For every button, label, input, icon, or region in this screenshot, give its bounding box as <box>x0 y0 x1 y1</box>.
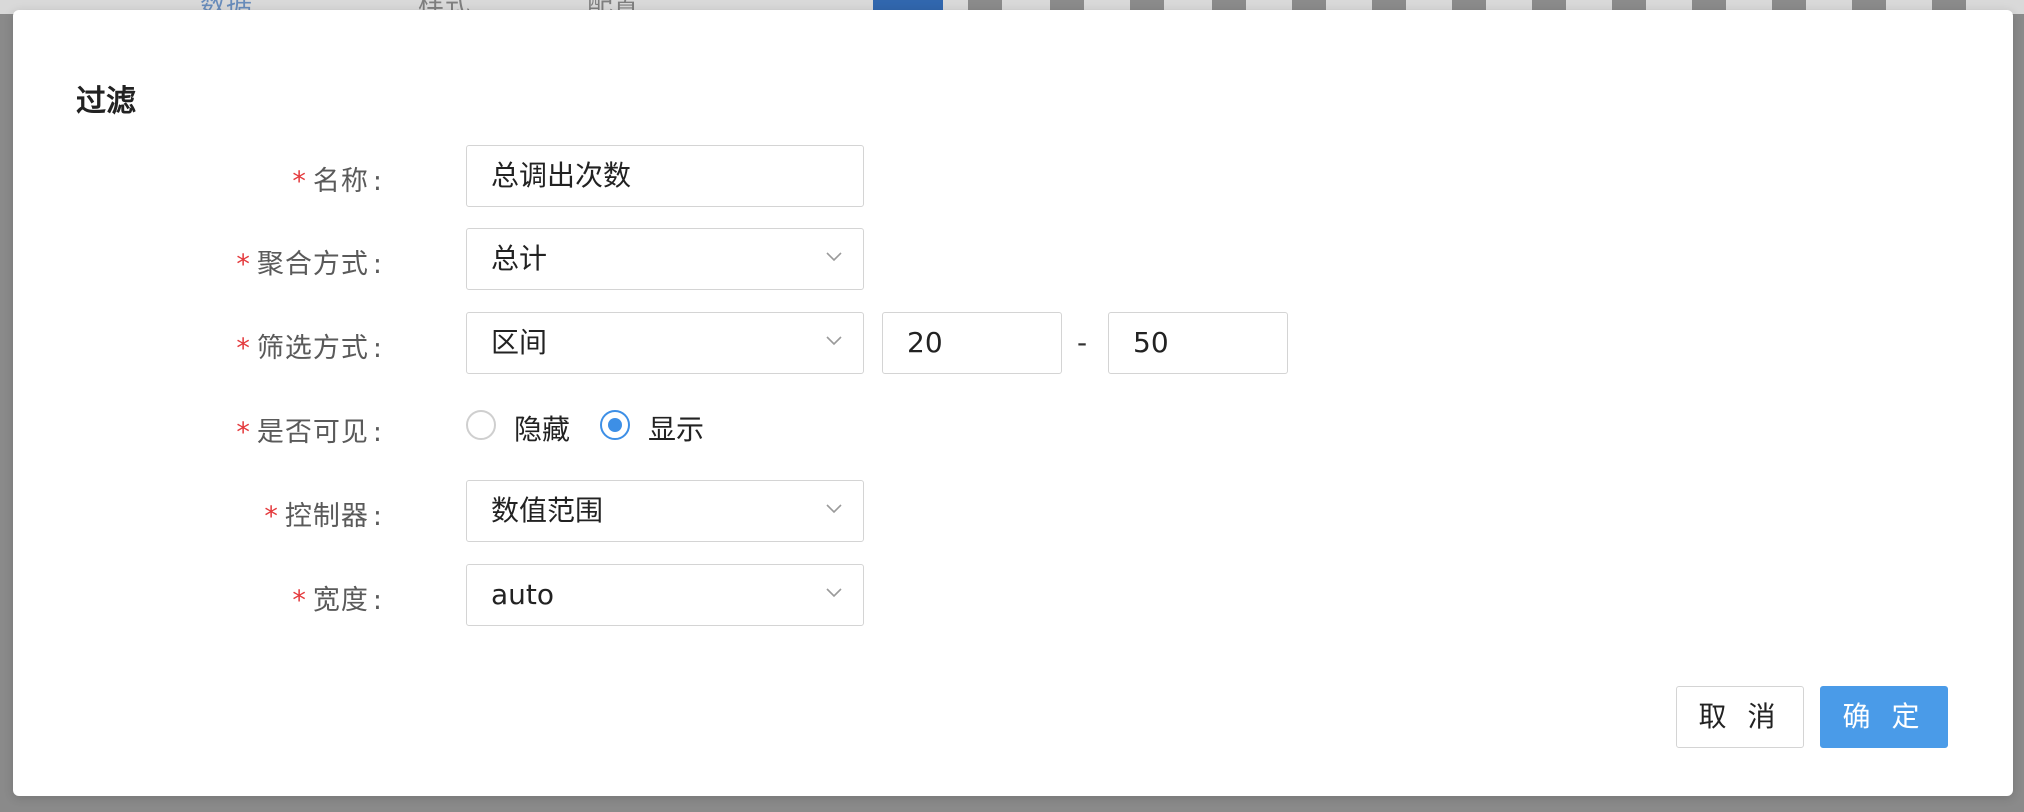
range-separator: - <box>1077 326 1088 359</box>
filter-mode-select[interactable]: 区间 <box>466 312 864 374</box>
field-label: * 名称: <box>292 159 383 198</box>
range-min-input[interactable]: 20 <box>882 312 1062 374</box>
label-colon: : <box>372 166 383 197</box>
field-label: * 是否可见: <box>236 410 383 449</box>
radio-hidden[interactable] <box>466 410 496 440</box>
background-chart-icon <box>1932 0 1966 10</box>
required-mark: * <box>236 333 251 364</box>
background-chart-icon <box>1130 0 1164 10</box>
form-row-width: * 宽度: auto <box>13 564 2013 628</box>
form-row-visibility: * 是否可见: 隐藏 显示 <box>13 396 2013 460</box>
name-input[interactable]: 总调出次数 <box>466 145 864 207</box>
radio-hidden-label[interactable]: 隐藏 <box>514 408 570 448</box>
field-label: * 控制器: <box>264 494 383 533</box>
background-chart-icon <box>1292 0 1326 10</box>
background-chart-icon <box>873 0 943 10</box>
field-label-text: 聚合方式 <box>256 249 369 280</box>
required-mark: * <box>236 249 251 280</box>
background-chart-icon <box>1212 0 1246 10</box>
label-colon: : <box>372 417 383 448</box>
chevron-down-icon <box>826 252 842 262</box>
radio-visible-label[interactable]: 显示 <box>648 408 704 448</box>
background-chart-icon <box>1852 0 1886 10</box>
background-chart-icon <box>1692 0 1726 10</box>
background-chart-icon <box>968 0 1002 10</box>
filter-mode-select-value: 区间 <box>491 326 548 359</box>
filter-dialog: 过滤 * 名称: 总调出次数 * 聚合方式: 总计 * 筛选方式: 区间 20 - <box>13 10 2013 796</box>
form-row-filter-mode: * 筛选方式: 区间 20 - 50 <box>13 312 2013 376</box>
field-label-text: 控制器 <box>284 501 369 532</box>
background-chart-icon <box>1612 0 1646 10</box>
field-label: * 聚合方式: <box>236 242 383 281</box>
required-mark: * <box>264 501 279 532</box>
cancel-button[interactable]: 取 消 <box>1676 686 1804 748</box>
background-chart-icon <box>1452 0 1486 10</box>
required-mark: * <box>292 585 307 616</box>
range-max-input[interactable]: 50 <box>1108 312 1288 374</box>
field-label-text: 名称 <box>312 166 369 197</box>
background-chart-icon <box>1772 0 1806 10</box>
background-chart-icon <box>1050 0 1084 10</box>
name-input-value: 总调出次数 <box>491 159 632 192</box>
aggregation-select[interactable]: 总计 <box>466 228 864 290</box>
form-row-aggregation: * 聚合方式: 总计 <box>13 228 2013 292</box>
label-colon: : <box>372 333 383 364</box>
confirm-button[interactable]: 确 定 <box>1820 686 1948 748</box>
required-mark: * <box>292 166 307 197</box>
label-colon: : <box>372 585 383 616</box>
background-chart-icon <box>1532 0 1566 10</box>
aggregation-select-value: 总计 <box>491 242 548 275</box>
field-label-text: 是否可见 <box>256 417 369 448</box>
controller-select[interactable]: 数值范围 <box>466 480 864 542</box>
field-label: * 宽度: <box>292 578 383 617</box>
range-min-value: 20 <box>907 326 943 359</box>
required-mark: * <box>236 417 251 448</box>
form-row-name: * 名称: 总调出次数 <box>13 145 2013 209</box>
dialog-title: 过滤 <box>76 84 136 119</box>
chevron-down-icon <box>826 504 842 514</box>
controller-select-value: 数值范围 <box>491 494 604 527</box>
width-select[interactable]: auto <box>466 564 864 626</box>
range-max-value: 50 <box>1133 326 1169 359</box>
field-label: * 筛选方式: <box>236 326 383 365</box>
chevron-down-icon <box>826 336 842 346</box>
label-colon: : <box>372 501 383 532</box>
field-label-text: 筛选方式 <box>256 333 369 364</box>
radio-visible[interactable] <box>600 410 630 440</box>
label-colon: : <box>372 249 383 280</box>
chevron-down-icon <box>826 588 842 598</box>
background-chart-icon <box>1372 0 1406 10</box>
form-row-controller: * 控制器: 数值范围 <box>13 480 2013 544</box>
field-label-text: 宽度 <box>312 585 369 616</box>
width-select-value: auto <box>491 578 555 611</box>
